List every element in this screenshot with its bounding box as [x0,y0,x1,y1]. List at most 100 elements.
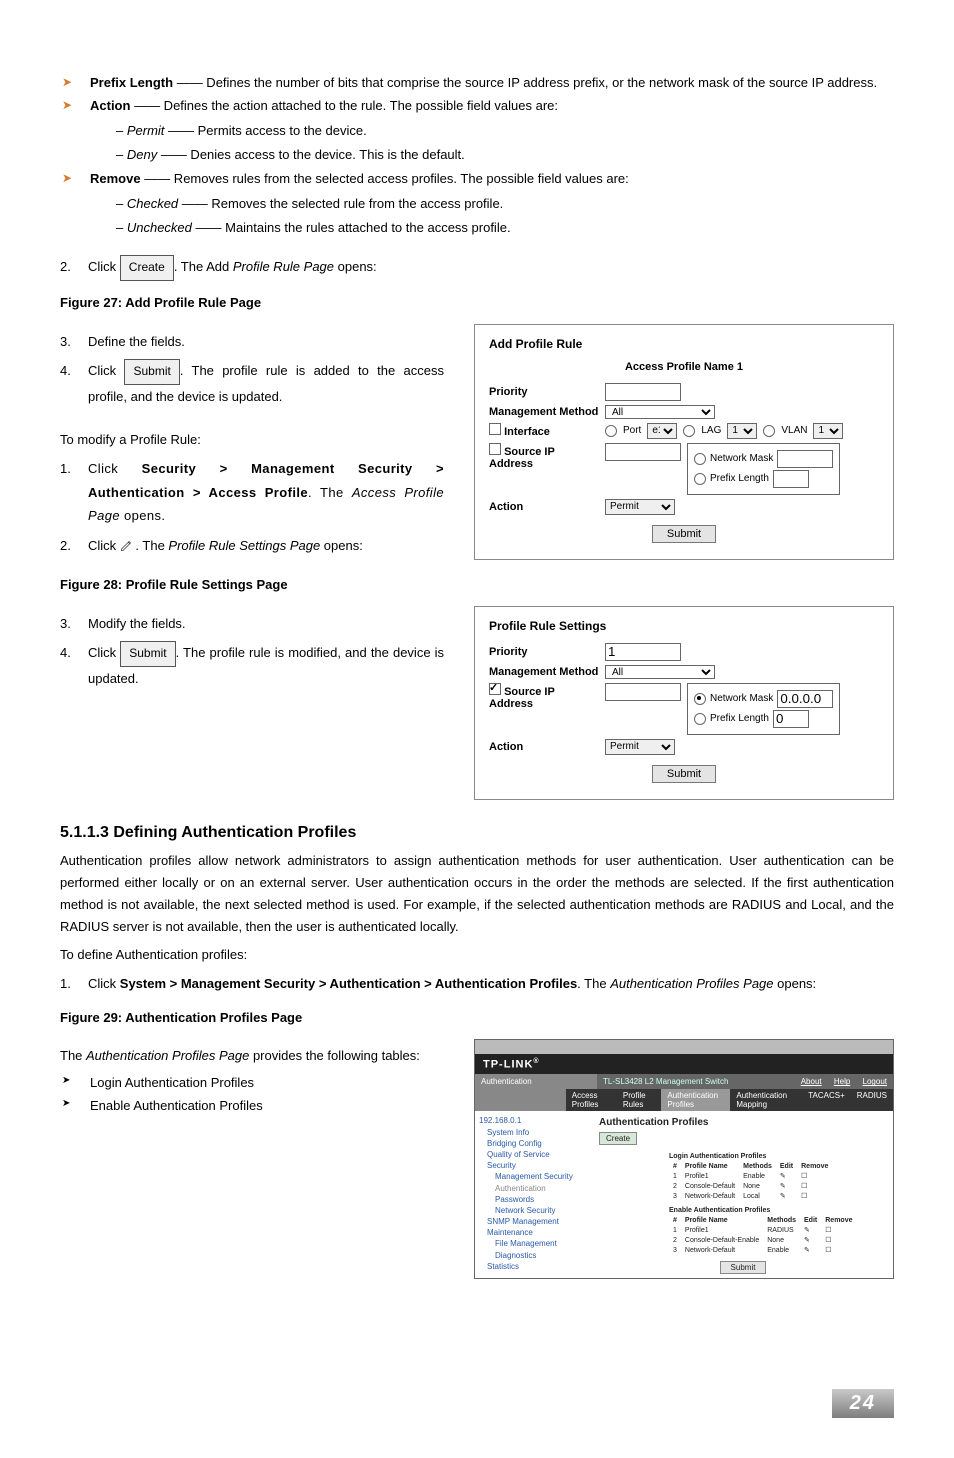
table-row: 3Network-DefaultLocal✎☐ [669,1191,832,1201]
sub-checked: – Checked —— Removes the selected rule f… [60,192,894,215]
netmask-label: Network Mask [710,693,773,704]
preflen-radio[interactable] [694,713,706,725]
arrow-icon: ➤ [60,96,90,116]
page-number: 24 [832,1389,894,1418]
define-intro: To define Authentication profiles: [60,944,894,966]
source-ip-input[interactable] [605,683,681,701]
logout-link[interactable]: Logout [863,1077,887,1086]
port-select[interactable]: e1 [647,423,677,439]
action-select[interactable]: Permit [605,739,675,755]
modify-step-4: 4. Click Submit. The profile rule is mod… [60,641,444,690]
priority-label: Priority [489,386,599,398]
table-row: 1Profile1Enable✎☐ [669,1171,832,1181]
auth-para: The Authentication Profiles Page provide… [60,1045,444,1067]
bullet-action: ➤ Action —— Defines the action attached … [60,96,894,116]
preflen-label: Prefix Length [710,473,769,484]
create-button[interactable]: Create [599,1132,637,1145]
enable-auth-table: #Profile NameMethodsEditRemove 1Profile1… [669,1216,856,1255]
netmask-input[interactable] [777,450,833,468]
device-model: TL-SL3428 L2 Management Switch [603,1077,728,1086]
vlan-label: VLAN [781,425,807,436]
step-4-submit: 4. Click Submit. The profile rule is add… [60,359,444,408]
help-link[interactable]: Help [834,1077,850,1086]
action-label: Action [489,741,599,753]
create-button[interactable]: Create [120,255,174,281]
priority-input[interactable] [605,643,681,661]
netmask-input[interactable] [777,690,833,708]
brand-logo: TP-LINK® [475,1054,893,1075]
tab-auth-mapping[interactable]: Authentication Mapping [730,1089,802,1111]
priority-input[interactable] [605,383,681,401]
action-select[interactable]: Permit [605,499,675,515]
section-paragraph: Authentication profiles allow network ad… [60,850,894,938]
table-row: 1Profile1RADIUS✎☐ [669,1225,856,1235]
netmask-label: Network Mask [710,453,773,464]
preflen-input[interactable] [773,470,809,488]
window-titlebar [475,1040,893,1054]
add-profile-rule-panel: Add Profile Rule Access Profile Name 1 P… [474,324,894,560]
panel-submit-button[interactable]: Submit [652,525,716,543]
tab-radius[interactable]: RADIUS [851,1089,893,1111]
modify-step-2: 2. Click . The Profile Rule Settings Pag… [60,534,444,557]
arrow-icon: ➤ [60,169,90,189]
lag-radio[interactable] [683,425,695,437]
mgmt-method-select[interactable]: All [605,405,715,419]
nav-tree[interactable]: 192.168.0.1 System Info Bridging Config … [475,1111,593,1278]
text: —— Removes rules from the selected acces… [141,171,629,186]
arrow-icon: ➤ [60,1096,90,1116]
bullet-prefix-length: ➤ Prefix Length —— Defines the number of… [60,73,894,93]
figure-27-caption: Figure 27: Add Profile Rule Page [60,295,894,310]
priority-label: Priority [489,646,599,658]
tab-access-profiles[interactable]: Access Profiles [566,1089,617,1111]
define-step-1: 1. Click System > Management Security > … [60,972,894,995]
interface-checkbox[interactable] [489,423,501,435]
bullet-login-auth: ➤ Login Authentication Profiles [60,1073,444,1093]
mgmt-method-select[interactable]: All [605,665,715,679]
text-post: . The Add Profile Rule Page opens: [174,259,377,274]
action-label: Action [489,501,599,513]
section-heading: 5.1.1.3 Defining Authentication Profiles [60,824,894,842]
login-auth-table: #Profile NameMethodsEditRemove 1Profile1… [669,1162,832,1201]
label: Action [90,98,130,113]
pencil-icon[interactable] [120,534,132,546]
source-ip-input[interactable] [605,443,681,461]
preflen-input[interactable] [773,710,809,728]
panel-subtitle: Access Profile Name 1 [489,361,879,373]
source-ip-checkbox[interactable] [489,443,501,455]
submit-button[interactable]: Submit [124,359,179,385]
interface-label: Interface [504,426,550,438]
netmask-radio[interactable] [694,693,706,705]
header-left: Authentication [475,1074,597,1089]
step-3: 3. Define the fields. [60,330,444,353]
bullet-enable-auth: ➤ Enable Authentication Profiles [60,1096,444,1116]
arrow-icon: ➤ [60,73,90,93]
nav-path: System > Management Security > Authentic… [120,976,577,991]
about-link[interactable]: About [801,1077,822,1086]
panel-title: Add Profile Rule [489,337,879,351]
tab-profile-rules[interactable]: Profile Rules [617,1089,661,1111]
table2-title: Enable Authentication Profiles [669,1207,887,1214]
source-ip-checkbox[interactable] [489,683,501,695]
preflen-radio[interactable] [694,473,706,485]
tab-auth-profiles[interactable]: Authentication Profiles [661,1089,730,1111]
sub-unchecked: – Unchecked —— Maintains the rules attac… [60,216,894,239]
figure-28-caption: Figure 28: Profile Rule Settings Page [60,577,894,592]
tab-tacacs[interactable]: TACACS+ [802,1089,851,1111]
port-label: Port [623,425,641,436]
port-radio[interactable] [605,425,617,437]
arrow-icon: ➤ [60,1073,90,1093]
vlan-radio[interactable] [763,425,775,437]
lag-select[interactable]: 1 [727,423,757,439]
main-title: Authentication Profiles [599,1117,887,1128]
netmask-radio[interactable] [694,453,706,465]
text-pre: Click [88,259,120,274]
text: —— Defines the number of bits that compr… [173,75,877,90]
submit-button[interactable]: Submit [120,641,175,667]
sub-permit: – Permit —— Permits access to the device… [60,119,894,142]
profile-rule-settings-panel: Profile Rule Settings Priority Managemen… [474,606,894,800]
modify-step-3: 3. Modify the fields. [60,612,444,635]
vlan-select[interactable]: 1 [813,423,843,439]
table-row: 2Console-Default-EnableNone✎☐ [669,1235,856,1245]
panel-submit-button[interactable]: Submit [652,765,716,783]
submit-button[interactable]: Submit [720,1261,767,1274]
